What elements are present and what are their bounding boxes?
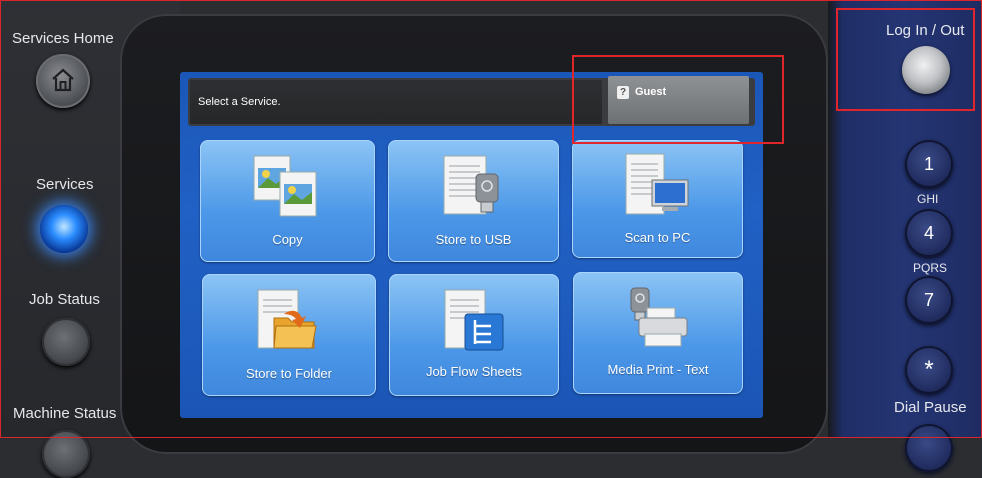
tile-scan-to-pc[interactable]: Scan to PC xyxy=(572,140,743,258)
key-1[interactable]: 1 xyxy=(905,140,953,188)
services-label: Services xyxy=(36,176,94,193)
tile-store-to-usb-label: Store to USB xyxy=(435,232,512,247)
tile-store-to-folder-label: Store to Folder xyxy=(246,366,332,381)
tile-job-flow-sheets-label: Job Flow Sheets xyxy=(425,364,523,379)
job-status-button[interactable] xyxy=(42,318,90,366)
media-print-text-icon xyxy=(630,287,688,347)
guest-label: Guest xyxy=(635,86,667,98)
scan-to-pc-icon xyxy=(625,153,689,215)
dial-pause-button[interactable] xyxy=(905,424,953,472)
machine-status-button[interactable] xyxy=(42,430,90,478)
touch-screen: Select a Service. ? Guest Copy Store to … xyxy=(180,72,763,418)
tile-media-print-text[interactable]: Media Print - Text xyxy=(573,272,743,394)
guest-login-button[interactable]: ? Guest xyxy=(608,76,749,124)
tile-scan-to-pc-label: Scan to PC xyxy=(624,230,691,245)
tile-media-print-text-label: Media Print - Text xyxy=(607,362,709,377)
copy-icon xyxy=(253,155,317,217)
tile-copy-label: Copy xyxy=(272,232,303,247)
tile-store-to-usb[interactable]: Store to USB xyxy=(388,140,559,262)
tile-job-flow-sheets[interactable]: Job Flow Sheets xyxy=(389,274,559,396)
key-7[interactable]: 7 xyxy=(905,276,953,324)
prompt-bar: Select a Service. xyxy=(190,80,602,124)
key-4[interactable]: 4 xyxy=(905,209,953,257)
job-flow-sheets-icon xyxy=(444,289,504,351)
machine-status-label: Machine Status xyxy=(13,405,117,422)
services-button[interactable] xyxy=(40,205,88,253)
key-1-letters: GHI xyxy=(917,192,939,206)
store-to-usb-icon xyxy=(443,155,499,215)
tile-copy[interactable]: Copy xyxy=(200,140,375,262)
dial-pause-label: Dial Pause xyxy=(894,399,967,416)
home-icon xyxy=(52,68,74,92)
tile-store-to-folder[interactable]: Store to Folder xyxy=(202,274,376,396)
job-status-label: Job Status xyxy=(29,291,100,308)
prompt-text: Select a Service. xyxy=(198,96,281,108)
store-to-folder-icon xyxy=(257,289,317,349)
login-out-label: Log In / Out xyxy=(886,22,965,39)
services-home-label: Services Home xyxy=(12,30,114,47)
login-out-button[interactable] xyxy=(902,46,950,94)
guest-user-icon: ? xyxy=(617,86,629,99)
key-star[interactable]: * xyxy=(905,346,953,394)
services-home-button[interactable] xyxy=(36,54,90,108)
key-4-letters: PQRS xyxy=(913,261,948,275)
